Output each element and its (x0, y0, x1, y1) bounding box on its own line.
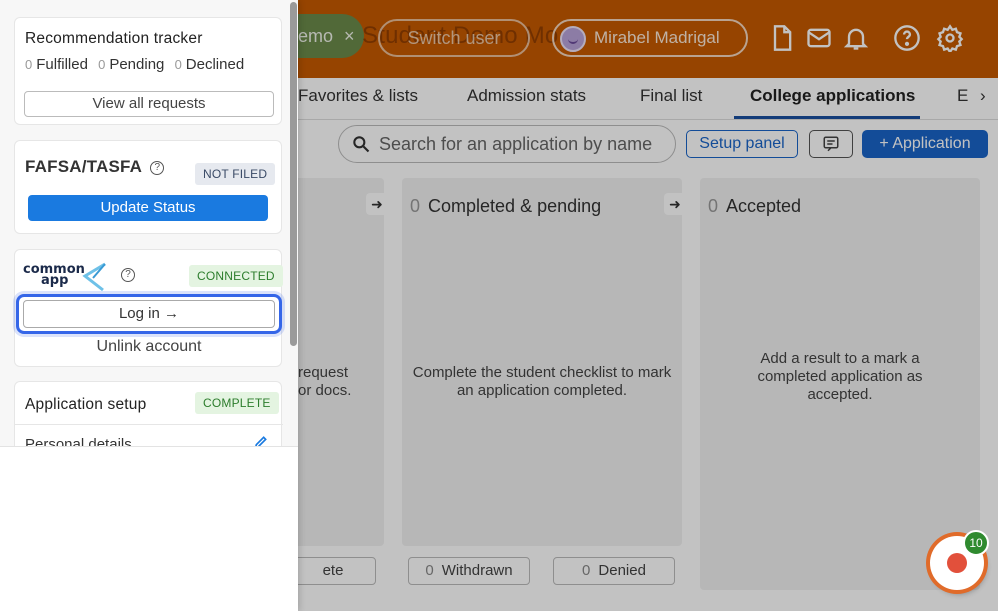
card-title: Application setup (25, 396, 147, 413)
view-all-requests-button[interactable]: View all requests (24, 91, 274, 117)
scrollbar[interactable] (290, 2, 297, 346)
status-badge: COMPLETE (195, 392, 279, 414)
card-title: Recommendation tracker (25, 30, 203, 47)
personal-details-row[interactable]: Personal details (25, 436, 132, 446)
common-app-logo: common app (23, 262, 109, 292)
unlink-account-link[interactable]: Unlink account (15, 338, 283, 356)
log-in-button[interactable]: Log in → (23, 300, 275, 328)
update-status-button[interactable]: Update Status (28, 195, 268, 221)
status-badge: CONNECTED (189, 265, 283, 287)
panel-empty-area (0, 446, 298, 611)
fulfilled-label: Fulfilled (36, 56, 88, 73)
common-app-swoosh-icon (82, 262, 106, 292)
side-panel: Recommendation tracker 0 Fulfilled 0 Pendi… (0, 0, 298, 611)
panel-scroll-area[interactable]: Recommendation tracker 0 Fulfilled 0 Pendi… (0, 0, 298, 446)
login-focus-ring: Log in → (16, 294, 282, 334)
status-badge: NOT FILED (195, 163, 276, 185)
fafsa-card: FAFSA/TASFA ? NOT FILED Update Status (14, 140, 282, 234)
fafsa-title: FAFSA/TASFA (25, 157, 142, 176)
pencil-icon[interactable] (253, 434, 269, 446)
chat-icon (947, 553, 967, 573)
application-setup-card: Application setup COMPLETE Personal deta… (14, 381, 283, 446)
common-app-card: common app ? CONNECTED Log in → Unlink a… (14, 249, 283, 367)
notification-badge: 10 (963, 530, 989, 556)
pending-label: Pending (109, 56, 165, 73)
card-title: FAFSA/TASFA ? (25, 157, 165, 177)
recommendation-stats: 0 Fulfilled 0 Pending 0 Declined (25, 56, 244, 73)
recommendation-tracker-card: Recommendation tracker 0 Fulfilled 0 Pendi… (14, 17, 282, 125)
declined-count: 0 (174, 57, 182, 72)
pending-count: 0 (98, 57, 106, 72)
help-icon[interactable]: ? (150, 161, 165, 175)
help-icon[interactable]: ? (121, 268, 135, 282)
declined-label: Declined (185, 56, 245, 73)
fulfilled-count: 0 (25, 57, 33, 72)
divider (15, 424, 283, 425)
